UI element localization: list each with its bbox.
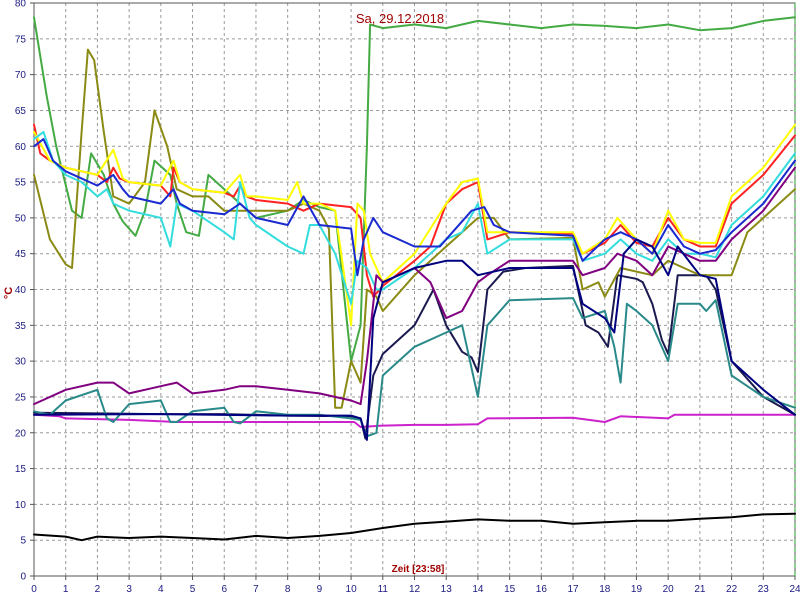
x-tick-label: 17 <box>567 584 579 595</box>
x-tick-label: 8 <box>285 584 291 595</box>
y-tick-label: 80 <box>15 0 27 10</box>
x-tick-label: 7 <box>253 584 259 595</box>
chart-background <box>0 0 800 600</box>
y-tick-label: 50 <box>15 213 27 224</box>
y-tick-label: 60 <box>15 142 27 153</box>
x-tick-label: 10 <box>346 584 358 595</box>
x-tick-label: 19 <box>631 584 643 595</box>
x-tick-label: 0 <box>31 584 37 595</box>
x-tick-label: 20 <box>663 584 675 595</box>
y-tick-label: 45 <box>15 249 27 260</box>
x-tick-label: 13 <box>441 584 453 595</box>
x-tick-label: 21 <box>694 584 706 595</box>
temperature-chart: 0 1 2 3 4 5 6 7 8 9 10 11 12 13 14 15 16 17 18 19 20 21 22 23 24… <box>0 0 800 600</box>
x-tick-label: 18 <box>599 584 611 595</box>
x-tick-label: 24 <box>789 584 800 595</box>
x-tick-label: 4 <box>158 584 164 595</box>
y-tick-label: 25 <box>15 392 27 403</box>
y-tick-label: 5 <box>20 536 26 547</box>
x-tick-label: 1 <box>63 584 69 595</box>
x-tick-label: 16 <box>536 584 548 595</box>
x-tick-label: 15 <box>504 584 516 595</box>
y-tick-label: 70 <box>15 70 27 81</box>
y-axis-label: °C <box>3 287 15 299</box>
y-tick-label: 35 <box>15 321 27 332</box>
x-axis-label: Zeit [23:58] <box>392 564 445 575</box>
x-tick-label: 11 <box>378 584 389 595</box>
x-tick-label: 3 <box>126 584 132 595</box>
x-tick-label: 23 <box>758 584 770 595</box>
y-tick-label: 55 <box>15 178 27 189</box>
y-tick-label: 15 <box>15 464 27 475</box>
x-tick-label: 9 <box>317 584 323 595</box>
chart-title: Sa, 29.12.2018 <box>356 11 444 26</box>
x-tick-label: 14 <box>472 584 484 595</box>
y-tick-label: 30 <box>15 357 27 368</box>
x-tick-label: 12 <box>409 584 421 595</box>
y-tick-label: 10 <box>15 500 27 511</box>
x-tick-label: 22 <box>726 584 738 595</box>
x-tick-label: 2 <box>95 584 101 595</box>
x-tick-label: 6 <box>221 584 227 595</box>
x-tick-label: 5 <box>190 584 196 595</box>
chart-root: 0 1 2 3 4 5 6 7 8 9 10 11 12 13 14 15 16 17 18 19 20 21 22 23 24… <box>0 0 800 600</box>
y-tick-label: 65 <box>15 106 27 117</box>
y-tick-label: 75 <box>15 34 27 45</box>
y-tick-label: 20 <box>15 428 27 439</box>
y-tick-label: 0 <box>20 572 26 583</box>
y-tick-label: 40 <box>15 285 27 296</box>
